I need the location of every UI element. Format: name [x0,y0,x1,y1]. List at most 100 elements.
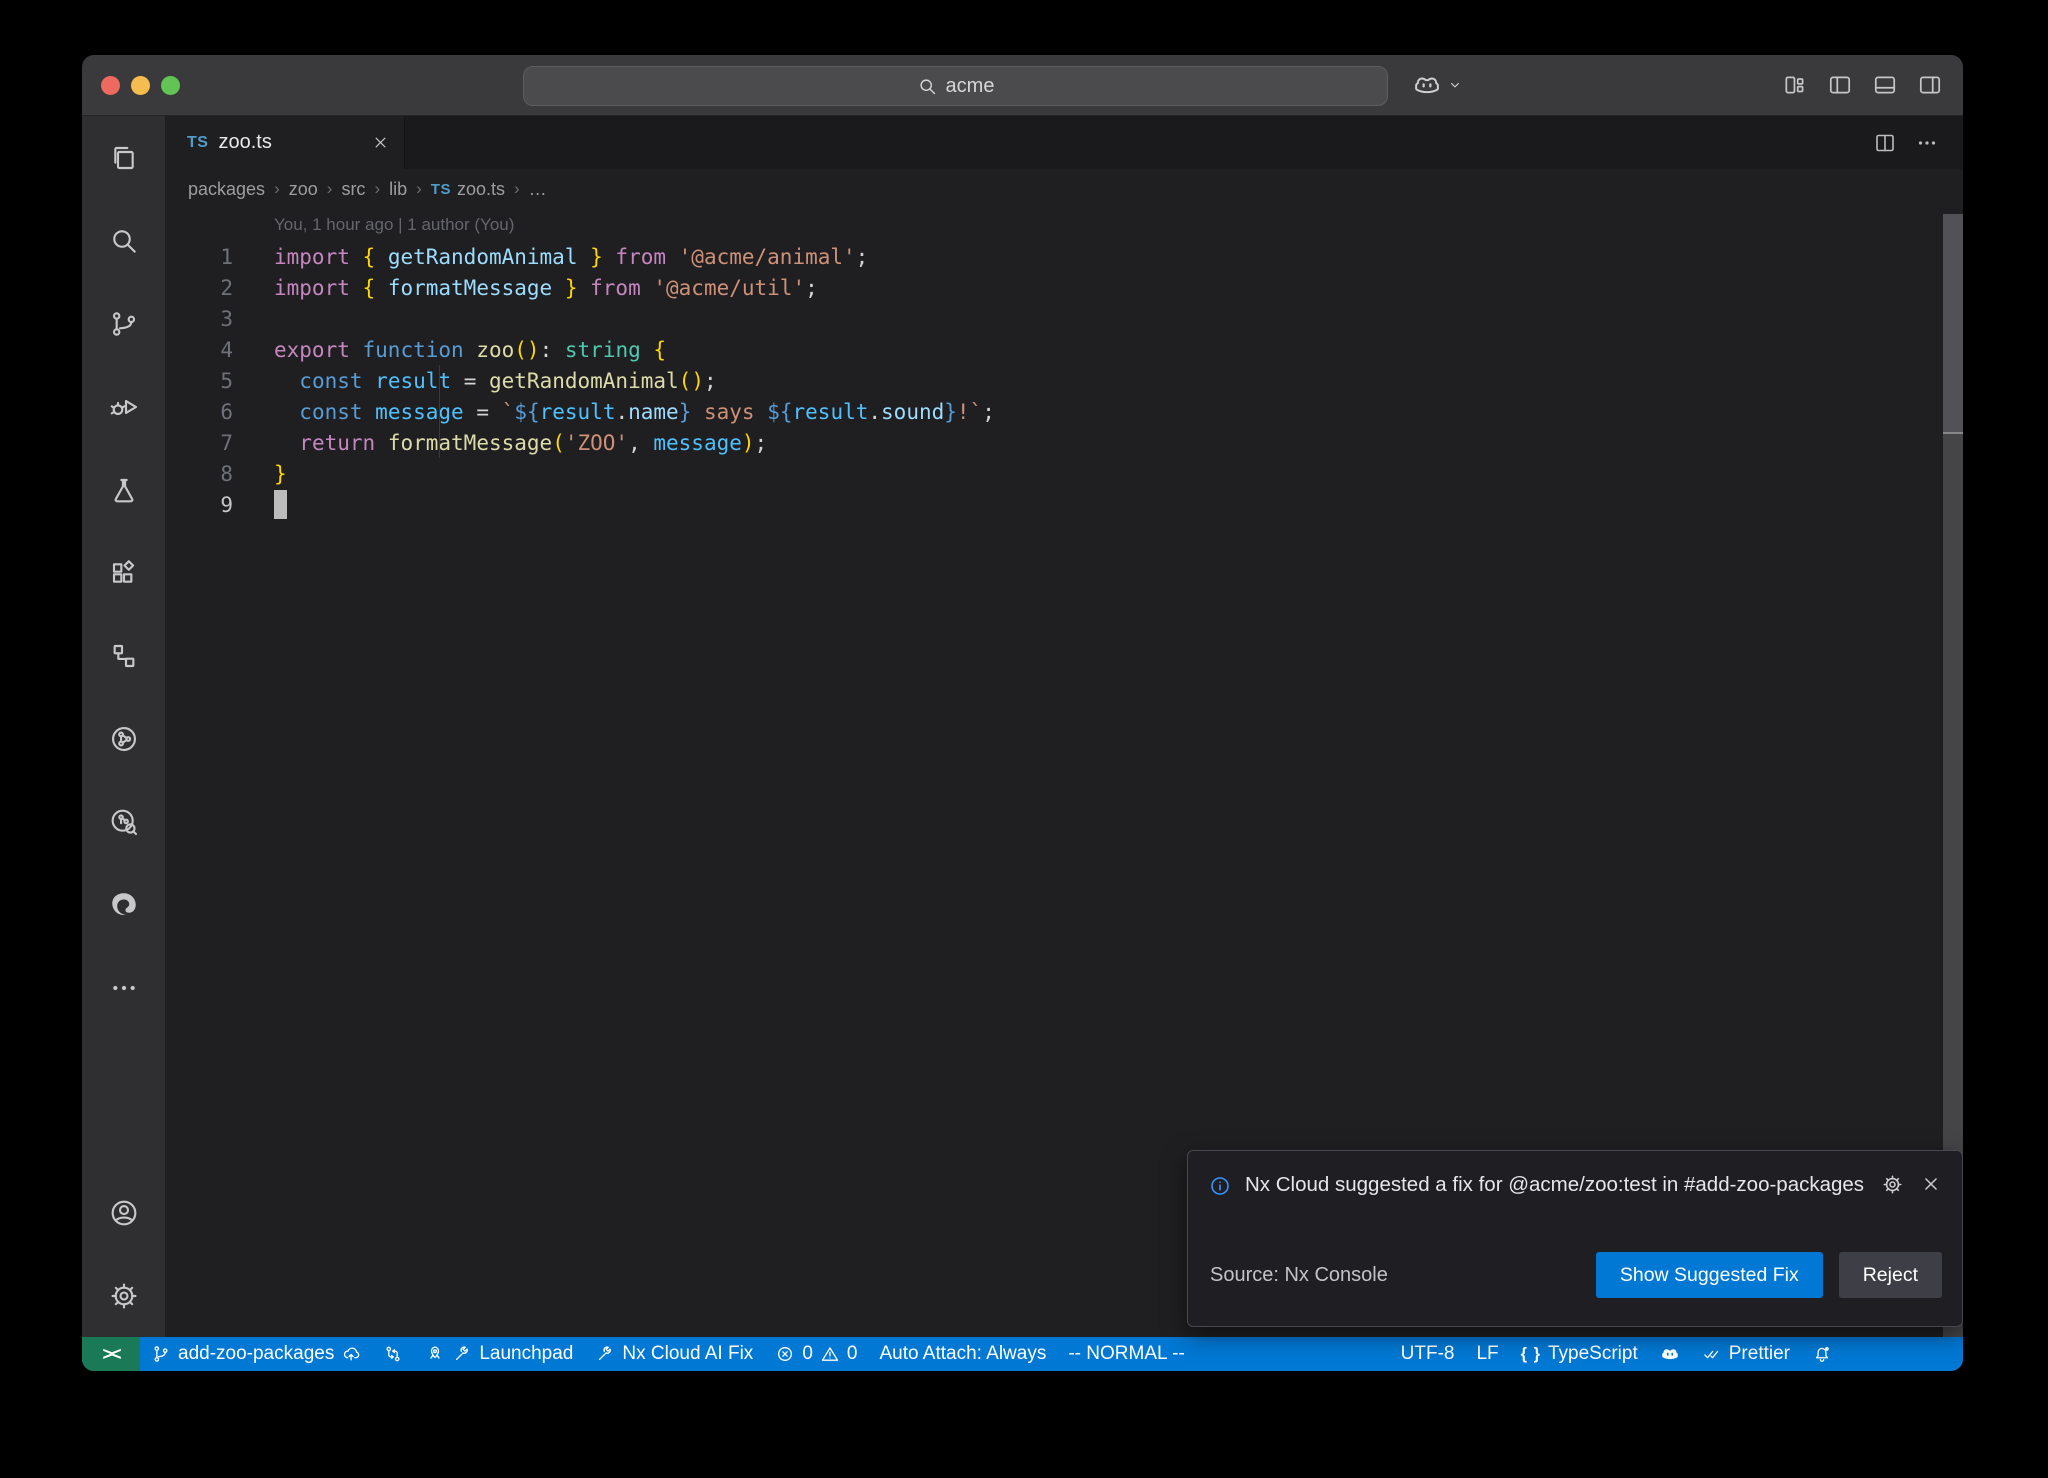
code-line[interactable]: 8} [165,458,1963,489]
line-number: 3 [165,307,233,331]
eol-status[interactable]: LF [1465,1337,1509,1371]
git-blame-annotation: You, 1 hour ago | 1 author (You) [165,209,1963,241]
tab-zoo-ts[interactable]: TS zoo.ts [165,116,405,169]
warning-icon [820,1344,840,1364]
edge-tools-icon [108,889,140,921]
editor-more-actions-button[interactable] [1915,131,1939,155]
nx-cloud-ai-fix-status[interactable]: Nx Cloud AI Fix [584,1337,764,1371]
accounts-icon [108,1197,140,1229]
breadcrumb-separator: › [274,179,280,199]
activity-item-testing[interactable] [82,448,165,531]
code-line[interactable]: 7 return formatMessage('ZOO', message); [165,427,1963,458]
code-line[interactable]: 4export function zoo(): string { [165,334,1963,365]
breadcrumb-item-lib[interactable]: lib [389,179,407,200]
git-branch-status[interactable]: add-zoo-packages [140,1337,372,1371]
toggle-panel-button[interactable] [1872,72,1898,98]
encoding-status[interactable]: UTF-8 [1390,1337,1466,1371]
close-tab-icon[interactable] [371,133,390,152]
cloud-upload-icon [341,1344,361,1364]
info-icon [1208,1174,1232,1204]
activity-item-edge-tools[interactable] [82,863,165,946]
close-window-button[interactable] [101,76,120,95]
code-line[interactable]: 1import { getRandomAnimal } from '@acme/… [165,241,1963,272]
braces-icon: { } [1521,1345,1541,1364]
wrench-icon [595,1344,615,1364]
activity-item-source-control[interactable] [82,282,165,365]
code-line[interactable]: 3 [165,303,1963,334]
code-line[interactable]: 2import { formatMessage } from '@acme/ut… [165,272,1963,303]
more-icon [108,972,140,1004]
breadcrumb-separator: › [327,179,333,199]
search-value: acme [946,75,995,98]
git-graph-status[interactable] [372,1337,414,1371]
activity-item-settings[interactable] [82,1254,165,1337]
git-branch-icon [151,1344,171,1364]
status-bar: ><add-zoo-packages LaunchpadNx Cloud AI F… [82,1337,1963,1371]
prettier-status[interactable]: Prettier [1691,1337,1801,1371]
breadcrumb-item-packages[interactable]: packages [188,179,265,200]
line-number: 1 [165,245,233,269]
title-bar: acme [82,55,1963,116]
activity-item-run-debug[interactable] [82,365,165,448]
toggle-primary-sidebar-button[interactable] [1827,72,1853,98]
source-control-icon [108,308,140,340]
breadcrumb-item-src[interactable]: src [341,179,365,200]
code-line[interactable]: 5 const result = getRandomAnimal(); [165,365,1963,396]
notification-toast: Nx Cloud suggested a fix for @acme/zoo:t… [1187,1150,1963,1327]
breadcrumb-item-zoo[interactable]: zoo [289,179,318,200]
activity-item-nx-console[interactable] [82,697,165,780]
nx-console-icon [108,723,140,755]
activity-item-accounts[interactable] [82,1171,165,1254]
line-number: 9 [165,493,233,517]
editor-cursor [274,490,287,519]
customize-layout-button[interactable] [1782,72,1808,98]
code-line[interactable]: 9 [165,489,1963,520]
copilot-status[interactable] [1649,1337,1691,1371]
scrollbar-thumb[interactable] [1943,214,1963,434]
activity-item-workspaces[interactable] [82,614,165,697]
activity-item-explorer[interactable] [82,116,165,199]
command-center-search[interactable]: acme [523,66,1388,106]
activity-item-nx-cloud[interactable] [82,780,165,863]
activity-item-extensions[interactable] [82,531,165,614]
minimize-window-button[interactable] [131,76,150,95]
bell-dot-icon [1812,1344,1832,1364]
vim-mode-status[interactable]: -- NORMAL -- [1057,1337,1195,1371]
typescript-file-icon: TS [187,134,208,152]
testing-icon [108,474,140,506]
language-status[interactable]: { }TypeScript [1510,1337,1649,1371]
breadcrumb: packages›zoo›src›lib›TSzoo.ts›… [165,169,1963,209]
workspaces-icon [108,640,140,672]
launchpad-status[interactable]: Launchpad [414,1337,584,1371]
typescript-file-icon: TS [431,181,451,198]
split-editor-button[interactable] [1873,131,1897,155]
auto-attach-status[interactable]: Auto Attach: Always [868,1337,1057,1371]
nx-cloud-icon [108,806,140,838]
toggle-secondary-sidebar-button[interactable] [1917,72,1943,98]
breadcrumb-separator: › [416,179,422,199]
chevron-down-icon [1446,76,1464,94]
search-icon [917,76,938,97]
notifications-bell[interactable] [1801,1337,1843,1371]
line-number: 7 [165,431,233,455]
notification-settings-gear-icon[interactable] [1881,1173,1904,1204]
reject-button[interactable]: Reject [1839,1252,1942,1298]
activity-item-search[interactable] [82,199,165,282]
error-icon [775,1344,795,1364]
breadcrumb-item-symbols[interactable]: … [529,179,547,200]
notification-close-icon[interactable] [1920,1173,1942,1204]
breadcrumb-item-file[interactable]: TSzoo.ts [431,179,505,200]
activity-bar [82,116,165,1337]
window-controls [101,76,180,95]
activity-item-more[interactable] [82,946,165,1029]
git-compare-icon [383,1344,403,1364]
problems-status[interactable]: 00 [764,1337,868,1371]
show-suggested-fix-button[interactable]: Show Suggested Fix [1596,1252,1823,1298]
search-icon [108,225,140,257]
rocket-icon [425,1344,445,1364]
copilot-menu-button[interactable] [1412,70,1464,100]
line-number: 5 [165,369,233,393]
code-line[interactable]: 6 const message = `${result.name} says $… [165,396,1963,427]
zoom-window-button[interactable] [161,76,180,95]
remote-indicator[interactable]: >< [82,1337,140,1371]
